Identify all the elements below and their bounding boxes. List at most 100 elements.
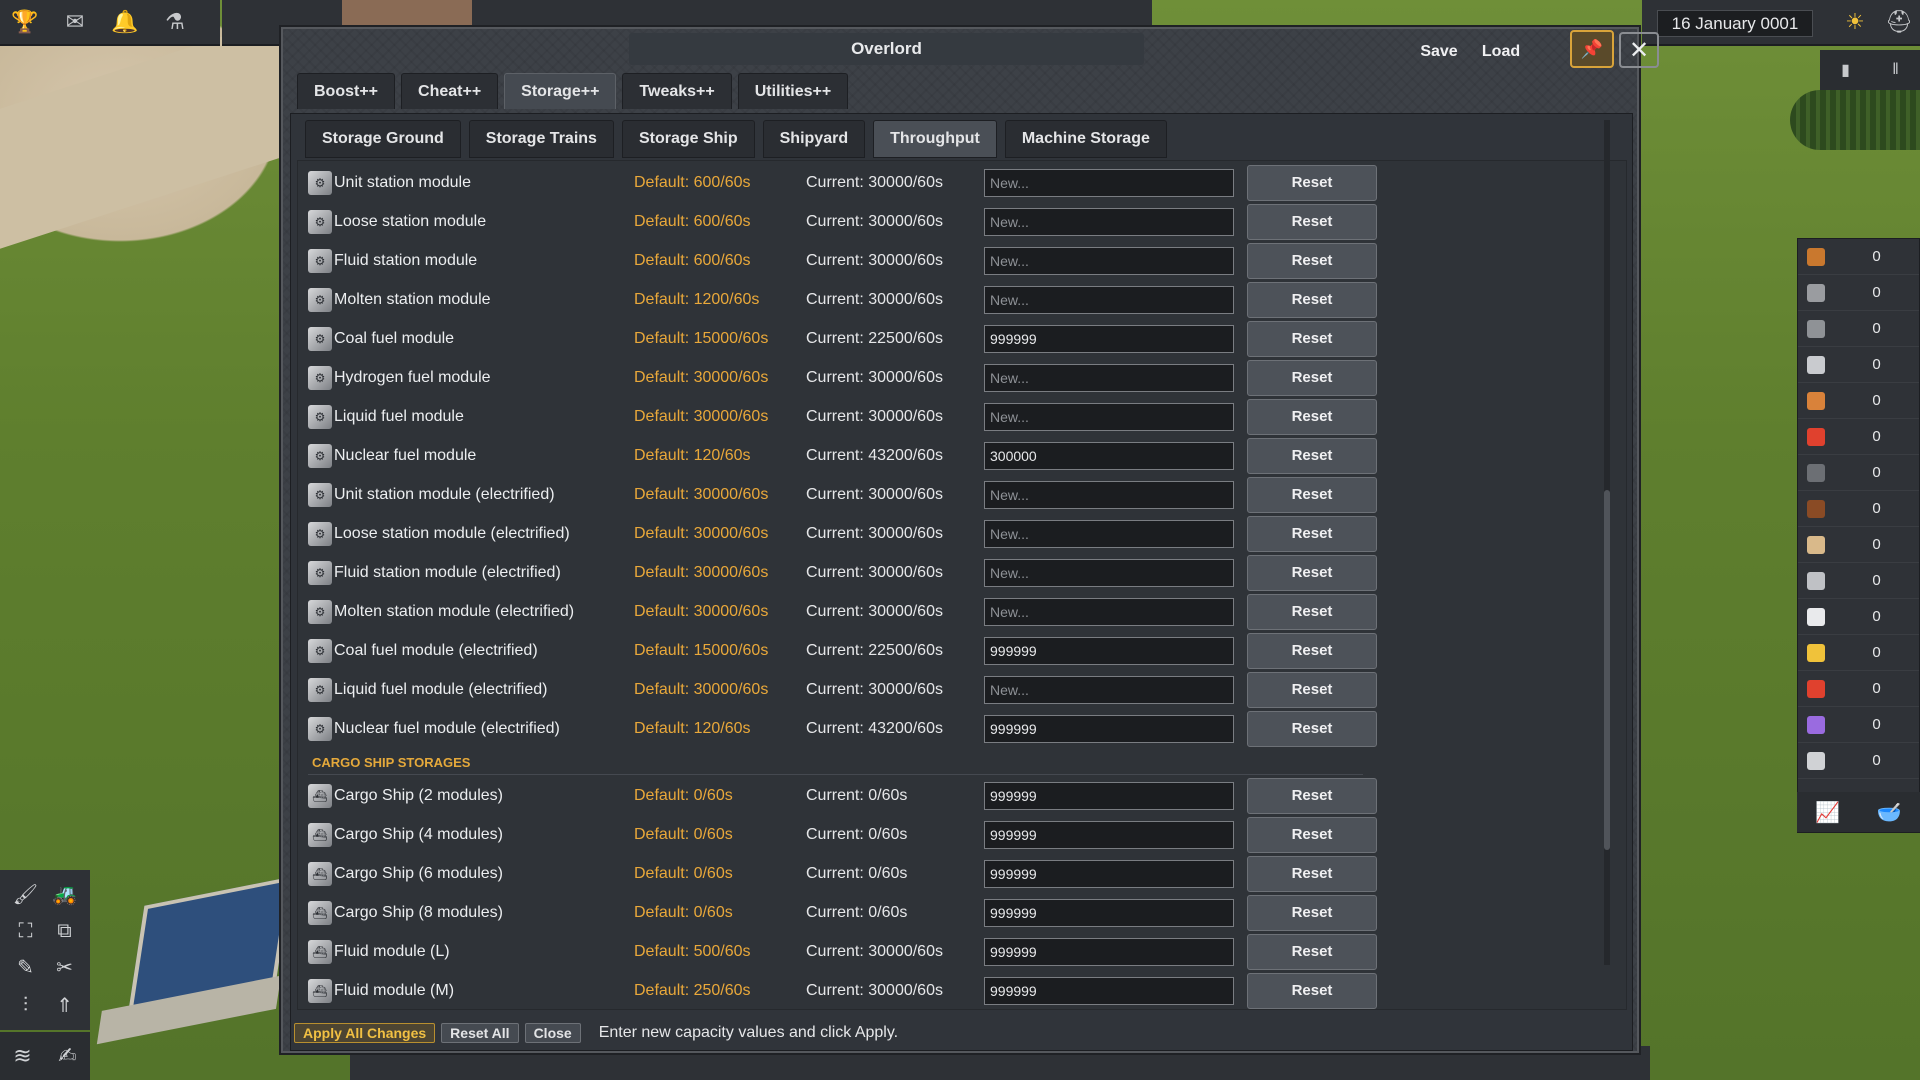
capacity-input[interactable] — [984, 898, 1234, 927]
reset-button[interactable]: Reset — [1247, 242, 1377, 279]
capacity-input[interactable] — [984, 324, 1234, 353]
tab-utilities[interactable]: Utilities++ — [737, 73, 849, 109]
reset-button[interactable]: Reset — [1247, 816, 1377, 853]
reset-button[interactable]: Reset — [1247, 671, 1377, 708]
reset-button[interactable]: Reset — [1247, 359, 1377, 396]
tab-storage[interactable]: Storage++ — [504, 73, 617, 109]
subtab-throughput[interactable]: Throughput — [873, 120, 997, 158]
resource-row[interactable]: 0 — [1798, 491, 1919, 527]
subtab-storage-ground[interactable]: Storage Ground — [305, 120, 461, 158]
paint-icon[interactable]: ✂ — [47, 951, 82, 985]
list-item: ⚙ Coal fuel module Default: 15000/60s Curre… — [298, 319, 1598, 358]
capacity-input[interactable] — [984, 976, 1234, 1005]
subtab-machine-storage[interactable]: Machine Storage — [1004, 120, 1167, 158]
capacity-input[interactable] — [984, 402, 1234, 431]
resource-row[interactable]: 0 — [1798, 239, 1919, 275]
reset-button[interactable]: Reset — [1247, 320, 1377, 357]
tab-tweaks[interactable]: Tweaks++ — [622, 73, 732, 109]
resource-row[interactable]: 0 — [1798, 527, 1919, 563]
resource-row[interactable]: 0 — [1798, 455, 1919, 491]
reset-button[interactable]: Reset — [1247, 710, 1377, 747]
resource-row[interactable]: 0 — [1798, 671, 1919, 707]
resource-row[interactable]: 0 — [1798, 383, 1919, 419]
filter-icon[interactable]: ⫶ — [8, 989, 43, 1023]
subtab-storage-ship[interactable]: Storage Ship — [621, 120, 755, 158]
load-button[interactable]: Load — [1474, 35, 1528, 69]
subtab-shipyard[interactable]: Shipyard — [762, 120, 866, 158]
upgrade-icon[interactable]: ⇑ — [47, 989, 82, 1023]
close-button[interactable]: ✕ — [1619, 32, 1659, 68]
resource-row[interactable]: 0 — [1798, 743, 1919, 779]
reset-button[interactable]: Reset — [1247, 515, 1377, 552]
capacity-input[interactable] — [984, 859, 1234, 888]
game-date[interactable]: 16 January 0001 — [1657, 10, 1813, 37]
capacity-input[interactable] — [984, 285, 1234, 314]
capacity-input[interactable] — [984, 558, 1234, 587]
reset-button[interactable]: Reset — [1247, 777, 1377, 814]
reset-button[interactable]: Reset — [1247, 855, 1377, 892]
reset-button[interactable]: Reset — [1247, 554, 1377, 591]
reset-button[interactable]: Reset — [1247, 972, 1377, 1009]
reset-button[interactable]: Reset — [1247, 894, 1377, 931]
reset-button[interactable]: Reset — [1247, 593, 1377, 630]
save-button[interactable]: Save — [1412, 35, 1466, 69]
reset-button[interactable]: Reset — [1247, 632, 1377, 669]
capacity-input[interactable] — [984, 246, 1234, 275]
apply-all-button[interactable]: Apply All Changes — [294, 1023, 436, 1043]
resource-row[interactable]: 0 — [1798, 707, 1919, 743]
capacity-input[interactable] — [984, 597, 1234, 626]
reset-button[interactable]: Reset — [1247, 398, 1377, 435]
subtab-storage-trains[interactable]: Storage Trains — [468, 120, 614, 158]
capacity-input[interactable] — [984, 781, 1234, 810]
bowl-icon[interactable]: 🥣 — [1877, 800, 1902, 825]
capacity-input[interactable] — [984, 519, 1234, 548]
close-footer-button[interactable]: Close — [524, 1023, 581, 1043]
copy-icon[interactable]: ⧉ — [47, 916, 82, 948]
capacity-input[interactable] — [984, 820, 1234, 849]
tab-cheat[interactable]: Cheat++ — [401, 73, 499, 109]
select-cut-icon[interactable]: ⛶ — [8, 916, 43, 948]
flask-icon[interactable]: ⚗ — [157, 4, 193, 40]
scrollbar-thumb[interactable] — [1604, 490, 1610, 850]
capacity-input[interactable] — [984, 636, 1234, 665]
hat-icon[interactable]: ⛑ — [1881, 4, 1917, 40]
chart-icon[interactable]: 📈 — [1815, 800, 1840, 825]
reset-button[interactable]: Reset — [1247, 933, 1377, 970]
reset-all-button[interactable]: Reset All — [441, 1023, 519, 1043]
pause-icon[interactable]: ‖ — [1892, 61, 1899, 79]
resource-row[interactable]: 0 — [1798, 419, 1919, 455]
mail-icon[interactable]: ✉ — [57, 4, 93, 40]
reset-button[interactable]: Reset — [1247, 203, 1377, 240]
capacity-input[interactable] — [984, 207, 1234, 236]
sun-icon[interactable]: ☀ — [1837, 4, 1873, 40]
window-title[interactable]: Overlord — [629, 33, 1144, 65]
reset-button[interactable]: Reset — [1247, 476, 1377, 513]
eyedropper-icon[interactable]: ✎ — [8, 951, 43, 985]
tab-boost[interactable]: Boost++ — [297, 73, 396, 109]
edit-icon[interactable]: ✍ — [58, 1043, 76, 1069]
resource-row[interactable]: 0 — [1798, 635, 1919, 671]
reset-button[interactable]: Reset — [1247, 164, 1377, 201]
capacity-input[interactable] — [984, 937, 1234, 966]
resource-row[interactable]: 0 — [1798, 599, 1919, 635]
scrollbar[interactable] — [1604, 120, 1610, 965]
bulldozer-icon[interactable]: 🚜 — [47, 878, 82, 912]
brush-icon[interactable]: 🖌 — [8, 878, 43, 912]
layers-icon[interactable]: ≋ — [13, 1043, 31, 1069]
resource-row[interactable]: 0 — [1798, 311, 1919, 347]
step-icon[interactable]: ▮ — [1841, 60, 1850, 80]
capacity-input[interactable] — [984, 480, 1234, 509]
resource-row[interactable]: 0 — [1798, 275, 1919, 311]
capacity-input[interactable] — [984, 168, 1234, 197]
pin-button[interactable]: 📌 — [1570, 30, 1614, 68]
reset-button[interactable]: Reset — [1247, 437, 1377, 474]
capacity-input[interactable] — [984, 675, 1234, 704]
trophy-icon[interactable]: 🏆 — [7, 4, 43, 40]
bell-icon[interactable]: 🔔 — [107, 4, 143, 40]
capacity-input[interactable] — [984, 363, 1234, 392]
capacity-input[interactable] — [984, 714, 1234, 743]
capacity-input[interactable] — [984, 441, 1234, 470]
resource-row[interactable]: 0 — [1798, 347, 1919, 383]
reset-button[interactable]: Reset — [1247, 281, 1377, 318]
resource-row[interactable]: 0 — [1798, 563, 1919, 599]
